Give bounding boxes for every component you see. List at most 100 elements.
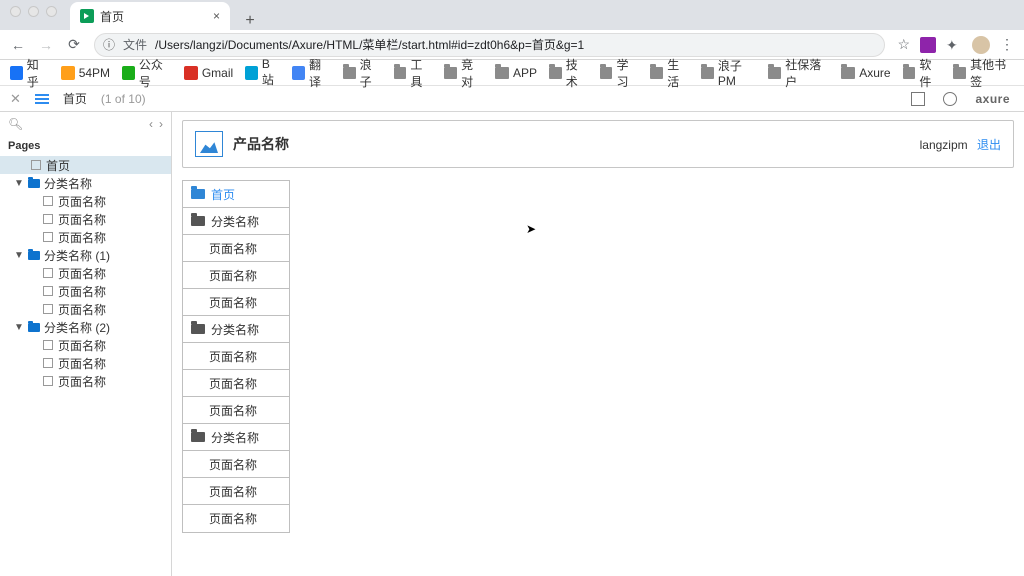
caret-down-icon: ▼ xyxy=(14,322,24,333)
bookmark-folder[interactable]: 学习 xyxy=(600,56,639,90)
bookmark-label: 浪子 xyxy=(360,56,382,90)
bookmark-label: Axure xyxy=(859,66,890,80)
tree-page[interactable]: 页面名称 xyxy=(0,210,171,228)
bookmark-item[interactable]: 知乎 xyxy=(10,56,49,90)
maximize-window-icon[interactable] xyxy=(46,6,57,17)
bookmark-label: B站 xyxy=(262,57,280,88)
bookmark-folder[interactable]: 浪子 xyxy=(343,56,382,90)
axure-logo: axure xyxy=(975,92,1010,106)
browser-tab[interactable]: 首页 × xyxy=(70,2,230,30)
menu-category[interactable]: 分类名称 xyxy=(183,424,289,451)
bookmark-folder[interactable]: 工具 xyxy=(394,56,433,90)
window-controls xyxy=(0,0,67,23)
favicon-icon xyxy=(292,66,305,80)
bookmark-folder[interactable]: 浪子PM xyxy=(701,57,756,88)
bookmark-folder[interactable]: 社保落户 xyxy=(768,56,829,90)
tree-page[interactable]: 页面名称 xyxy=(0,354,171,372)
page-icon xyxy=(42,285,54,297)
menu-sub-item[interactable]: 页面名称 xyxy=(183,235,289,262)
favicon-icon xyxy=(184,66,198,80)
menu-sub-item[interactable]: 页面名称 xyxy=(183,451,289,478)
back-button[interactable]: ← xyxy=(10,37,26,53)
bookmark-folder[interactable]: 竞对 xyxy=(444,56,483,90)
extension-icon[interactable] xyxy=(920,37,936,53)
reload-button[interactable]: ⟳ xyxy=(66,37,82,53)
menu-label: 页面名称 xyxy=(209,483,257,500)
tree-page[interactable]: 页面名称 xyxy=(0,228,171,246)
bookmark-item[interactable]: 54PM xyxy=(61,66,110,80)
menu-label: 页面名称 xyxy=(209,510,257,527)
browser-menu-icon[interactable]: ⋮ xyxy=(1000,36,1014,53)
tree-page[interactable]: 页面名称 xyxy=(0,336,171,354)
prev-page-icon[interactable]: ‹ xyxy=(149,117,153,131)
bookmark-folder[interactable]: 生活 xyxy=(650,56,689,90)
tree-page[interactable]: 页面名称 xyxy=(0,372,171,390)
tree-page[interactable]: 首页 xyxy=(0,156,171,174)
bookmark-label: 公众号 xyxy=(139,56,172,90)
bookmark-folder[interactable]: 软件 xyxy=(903,56,942,90)
tree-folder[interactable]: ▼分类名称 (2) xyxy=(0,318,171,336)
tree-label: 页面名称 xyxy=(58,355,106,372)
bookmark-label: 54PM xyxy=(79,66,110,80)
new-tab-button[interactable]: + xyxy=(238,12,262,30)
tree-page[interactable]: 页面名称 xyxy=(0,300,171,318)
bookmarks-bar: 知乎54PM公众号GmailB站翻译浪子工具竞对APP技术学习生活浪子PM社保落… xyxy=(0,60,1024,86)
close-window-icon[interactable] xyxy=(10,6,21,17)
hotspot-icon[interactable] xyxy=(943,92,957,106)
tree-page[interactable]: 页面名称 xyxy=(0,264,171,282)
url-input[interactable]: ⓘ 文件 /Users/langzi/Documents/Axure/HTML/… xyxy=(94,33,885,57)
menu-icon[interactable] xyxy=(35,94,49,104)
menu-category[interactable]: 分类名称 xyxy=(183,316,289,343)
axure-toolbar: ✕ 首页 (1 of 10) axure xyxy=(0,86,1024,112)
menu-sub-item[interactable]: 页面名称 xyxy=(183,343,289,370)
menu-sub-item[interactable]: 页面名称 xyxy=(183,289,289,316)
tab-favicon-icon xyxy=(80,9,94,23)
bookmark-folder[interactable]: 技术 xyxy=(549,56,588,90)
forward-button[interactable]: → xyxy=(38,37,54,53)
logout-link[interactable]: 退出 xyxy=(977,138,1001,152)
page-icon xyxy=(42,267,54,279)
favicon-icon xyxy=(245,66,258,80)
menu-category[interactable]: 分类名称 xyxy=(183,208,289,235)
minimize-window-icon[interactable] xyxy=(28,6,39,17)
tree-folder[interactable]: ▼分类名称 (1) xyxy=(0,246,171,264)
menu-label: 页面名称 xyxy=(209,375,257,392)
bookmark-item[interactable]: B站 xyxy=(245,57,280,88)
menu-home[interactable]: 首页 xyxy=(183,181,289,208)
menu-sub-item[interactable]: 页面名称 xyxy=(183,478,289,505)
bookmark-label: 知乎 xyxy=(27,56,49,90)
bookmark-folder[interactable]: APP xyxy=(495,66,537,80)
bookmark-item[interactable]: 翻译 xyxy=(292,56,331,90)
folder-icon xyxy=(191,432,205,442)
bookmark-label: 软件 xyxy=(919,56,941,90)
close-tab-icon[interactable]: × xyxy=(213,9,220,23)
search-icon[interactable]: 🔍︎ xyxy=(8,117,23,131)
tree-label: 页面名称 xyxy=(58,301,106,318)
toolbar-position: (1 of 10) xyxy=(101,92,146,106)
menu-sub-item[interactable]: 页面名称 xyxy=(183,262,289,289)
menu-sub-item[interactable]: 页面名称 xyxy=(183,505,289,532)
menu-sub-item[interactable]: 页面名称 xyxy=(183,397,289,424)
folder-icon xyxy=(600,67,613,79)
bookmark-label: APP xyxy=(513,66,537,80)
menu-label: 页面名称 xyxy=(209,348,257,365)
close-panel-icon[interactable]: ✕ xyxy=(10,91,21,107)
menu-label: 分类名称 xyxy=(211,213,259,230)
tree-page[interactable]: 页面名称 xyxy=(0,282,171,300)
notes-icon[interactable] xyxy=(911,92,925,106)
next-page-icon[interactable]: › xyxy=(159,117,163,131)
tree-page[interactable]: 页面名称 xyxy=(0,192,171,210)
profile-avatar[interactable] xyxy=(972,36,990,54)
extensions-menu-icon[interactable]: ✦ xyxy=(946,37,962,53)
tree-folder[interactable]: ▼分类名称 xyxy=(0,174,171,192)
bookmark-label: 浪子PM xyxy=(718,57,756,88)
bookmark-folder[interactable]: Axure xyxy=(841,66,890,80)
bookmark-item[interactable]: 公众号 xyxy=(122,56,172,90)
page-icon xyxy=(42,231,54,243)
favicon-icon xyxy=(61,66,75,80)
menu-label: 分类名称 xyxy=(211,321,259,338)
bookmark-star-icon[interactable]: ☆ xyxy=(897,36,910,53)
bookmark-item[interactable]: Gmail xyxy=(184,66,233,80)
bookmark-other[interactable]: 其他书签 xyxy=(953,56,1014,90)
menu-sub-item[interactable]: 页面名称 xyxy=(183,370,289,397)
